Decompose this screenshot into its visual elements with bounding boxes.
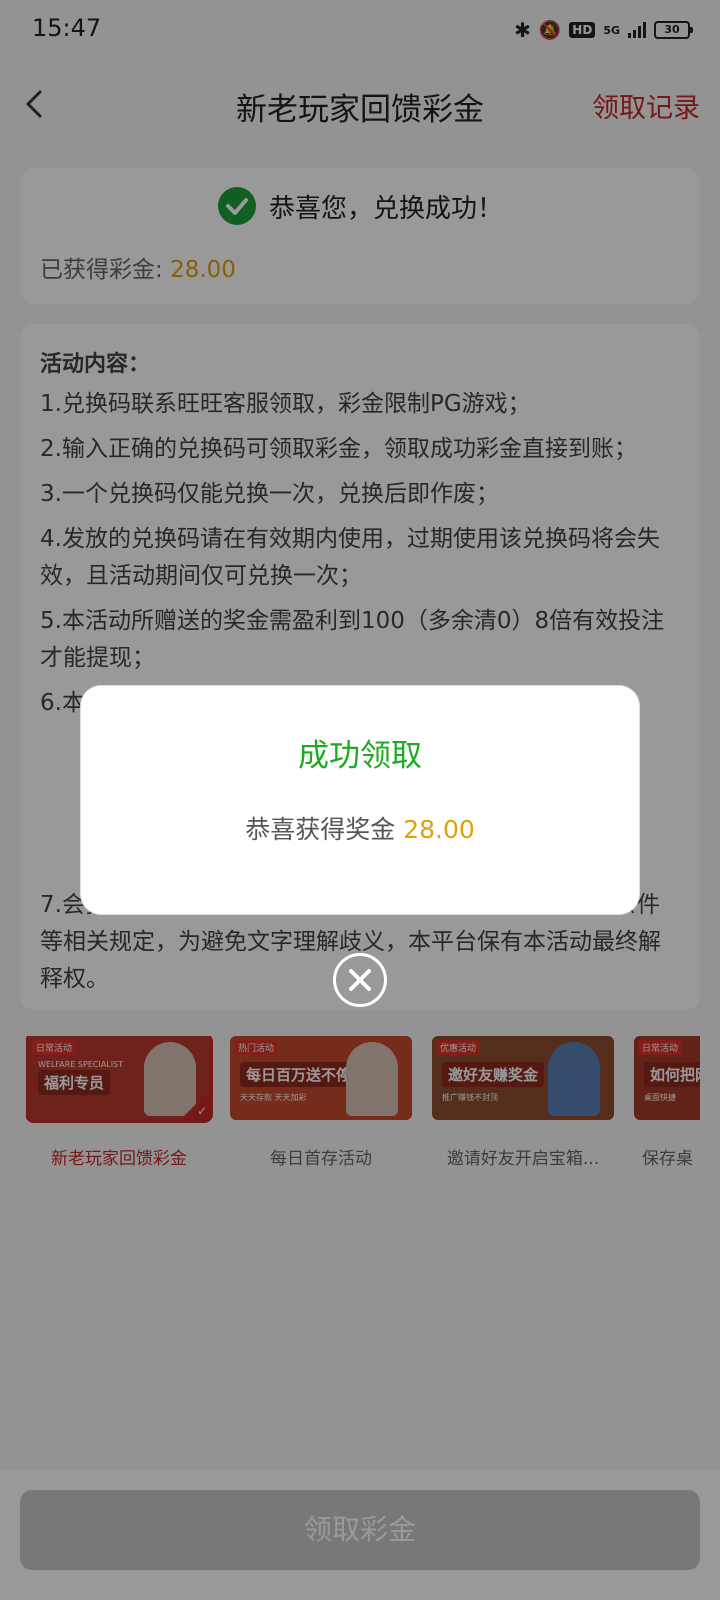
modal-message-text: 恭喜获得奖金 — [245, 815, 404, 844]
success-modal: 成功领取 恭喜获得奖金 28.00 — [81, 686, 639, 914]
modal-amount: 28.00 — [403, 815, 475, 844]
modal-title: 成功领取 — [298, 738, 422, 774]
close-icon — [349, 969, 371, 991]
modal-close-button[interactable] — [333, 953, 387, 1007]
modal-message: 恭喜获得奖金 28.00 — [81, 810, 639, 846]
